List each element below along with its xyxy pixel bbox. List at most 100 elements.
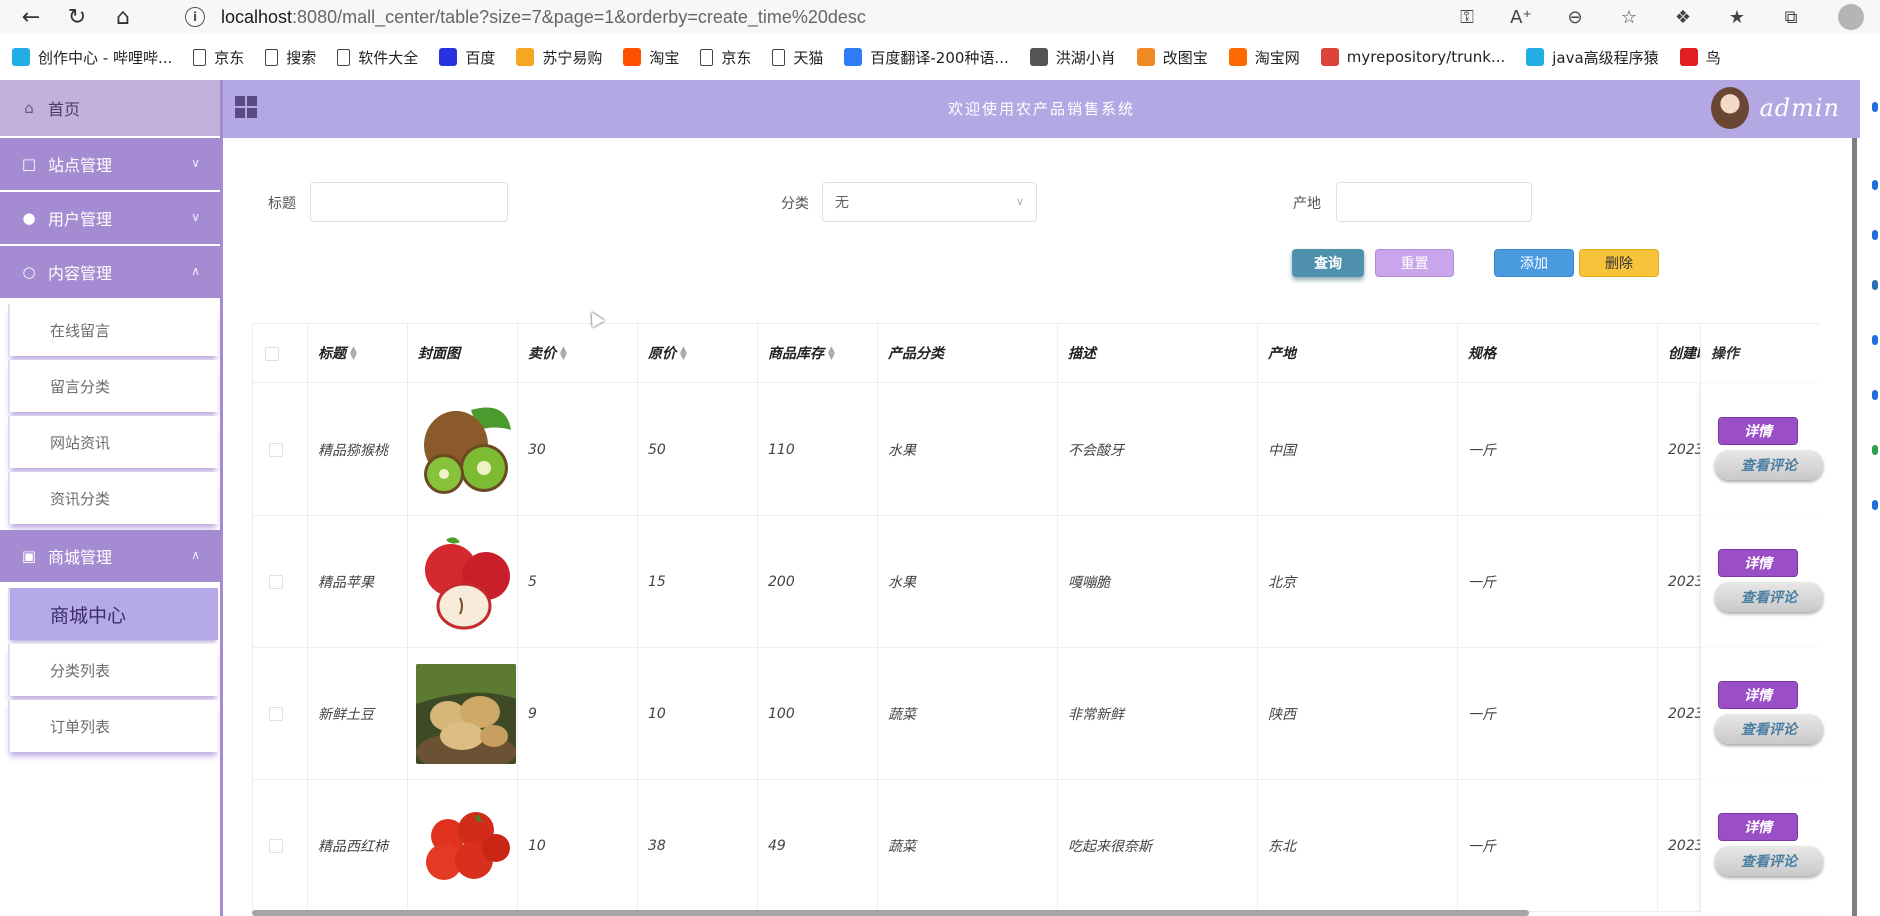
sidebar-item-label: 资讯分类 [50,489,111,508]
cell-price: 30 [518,384,638,516]
sidebar-item-order-list[interactable]: 订单列表 [8,700,218,752]
favorites-icon[interactable]: ★ [1720,0,1754,34]
bookmark-item[interactable]: 京东 [193,47,244,68]
username[interactable]: admin [1759,94,1840,122]
delete-button[interactable]: 删除 [1579,249,1659,277]
select-all-header [253,324,308,384]
bookmark-item[interactable]: java高级程序猿 [1526,47,1659,68]
sidebar-item-news-category[interactable]: 资讯分类 [8,472,218,524]
title-filter-input[interactable] [310,182,508,222]
bookmark-item[interactable]: 搜索 [265,47,316,68]
cell-spec: 一斤 [1458,384,1658,516]
bookmark-item[interactable]: 洪湖小肖 [1029,47,1116,68]
reload-icon[interactable]: ↻ [60,0,94,34]
column-header-stock[interactable]: 商品库存 ▲ ▼ [758,324,878,384]
bookmark-label: 百度翻译-200种语... [870,48,1009,67]
bookmark-item[interactable]: 京东 [700,47,751,68]
bird-red-icon [1679,48,1698,66]
sidebar-item-online-message[interactable]: 在线留言 [8,304,218,356]
site-info-icon[interactable]: i [185,7,205,27]
address-bar[interactable]: i localhost:8080/mall_center/table?size=… [185,3,1605,31]
view-reviews-button[interactable]: 查看评论 [1715,714,1823,744]
sort-icon[interactable]: ▲ ▼ [680,346,687,362]
cell-category: 水果 [878,384,1058,516]
sidebar-item-message-category[interactable]: 留言分类 [8,360,218,412]
bookmark-item[interactable]: 天猫 [772,47,823,68]
read-aloud-icon[interactable]: A⁺ [1504,0,1538,34]
query-button[interactable]: 查询 [1292,249,1364,277]
column-header-original-price[interactable]: 原价 ▲ ▼ [638,324,758,384]
cell-actions: 详情 查看评论 [1700,648,1823,780]
sidebar-item-label: 订单列表 [50,717,111,736]
row-checkbox[interactable] [269,707,283,721]
add-favorite-icon[interactable]: ☆ [1612,0,1646,34]
cell-price: 9 [518,648,638,780]
back-icon[interactable]: ← [14,0,48,34]
sort-icon[interactable]: ▲ ▼ [350,346,357,362]
extensions-icon[interactable]: ❖ [1666,0,1700,34]
bookmark-label: 改图宝 [1162,48,1208,67]
row-checkbox[interactable] [269,575,283,589]
bookmark-item[interactable]: 淘宝 [623,47,679,68]
sidebar-item-label: 分类列表 [50,661,111,680]
cell-price: 5 [518,516,638,648]
edge-sidebar-icons [1870,100,1880,900]
category-filter-select[interactable]: 无 ∨ [822,182,1037,222]
add-button[interactable]: 添加 [1494,249,1574,277]
chevron-down-icon: ∨ [191,156,200,170]
bookmark-label: 天猫 [793,48,824,67]
key-icon[interactable]: ⚿ [1450,0,1484,34]
reset-button[interactable]: 重置 [1375,249,1454,277]
sidebar-group-mall[interactable]: ▣ 商城管理 ∧ [0,530,220,584]
sort-icon[interactable]: ▲ ▼ [560,346,567,362]
bookmark-item[interactable]: 改图宝 [1136,47,1208,68]
zoom-out-icon[interactable]: ⊖ [1558,0,1592,34]
sidebar-group-label: 商城管理 [48,548,113,567]
row-checkbox[interactable] [269,443,283,457]
user-menu[interactable]: admin [1711,87,1840,129]
bookmark-item[interactable]: 软件大全 [337,47,418,68]
sidebar: ⌂ 首页 □ 站点管理 ∨ ● 用户管理 ∨ ○ 内容管理 ∧ 在线留言 留言分… [0,80,220,916]
sidebar-group-site[interactable]: □ 站点管理 ∨ [0,138,220,192]
bookmark-item[interactable]: 百度翻译-200种语... [844,47,1009,68]
view-reviews-button[interactable]: 查看评论 [1715,582,1823,612]
detail-button[interactable]: 详情 [1718,549,1798,577]
home-icon[interactable]: ⌂ [106,0,140,34]
detail-button[interactable]: 详情 [1718,417,1798,445]
url-text[interactable]: localhost:8080/mall_center/table?size=7&… [221,7,866,28]
sidebar-group-content[interactable]: ○ 内容管理 ∧ [0,246,220,300]
view-reviews-button[interactable]: 查看评论 [1715,846,1823,876]
bookmark-label: 洪湖小肖 [1055,48,1116,67]
column-header-title[interactable]: 标题 ▲ ▼ [308,324,408,384]
bookmark-item[interactable]: 苏宁易购 [516,47,602,68]
vertical-scrollbar[interactable] [1852,138,1857,916]
sidebar-item-category-list[interactable]: 分类列表 [8,644,218,696]
bookmark-label: 淘宝 [649,48,680,67]
select-all-checkbox[interactable] [265,347,279,361]
horizontal-scrollbar[interactable] [252,910,1529,916]
collections-icon[interactable]: ⧉ [1774,0,1808,34]
row-checkbox[interactable] [269,839,283,853]
bookmark-item[interactable]: 鸟 [1679,47,1721,68]
detail-button[interactable]: 详情 [1718,681,1798,709]
bookmark-item[interactable]: 淘宝网 [1228,47,1300,68]
view-reviews-button[interactable]: 查看评论 [1715,450,1823,480]
profile-icon[interactable] [1838,4,1864,30]
bookmark-item[interactable]: myrepository/trunk... [1320,48,1505,66]
detail-button[interactable]: 详情 [1718,813,1798,841]
bookmark-item[interactable]: 百度 [439,47,495,68]
bookmark-item[interactable]: 创作中心 - 哔哩哔... [12,47,172,68]
sidebar-item-mall-center[interactable]: 商城中心 [8,588,218,640]
cell-actions: 详情 查看评论 [1700,516,1823,648]
sort-icon[interactable]: ▲ ▼ [828,346,835,362]
sidebar-item-home[interactable]: ⌂ 首页 [0,80,220,138]
chrome-icon [1320,48,1339,66]
sidebar-item-site-news[interactable]: 网站资讯 [8,416,218,468]
origin-filter-input[interactable] [1336,182,1532,222]
avatar[interactable] [1711,87,1750,129]
cell-description: 嘎嘣脆 [1058,516,1258,648]
sidebar-group-user[interactable]: ● 用户管理 ∨ [0,192,220,246]
column-spec-text: 规格 [1468,346,1496,362]
bookmark-label: 搜索 [286,48,317,67]
column-header-price[interactable]: 卖价 ▲ ▼ [518,324,638,384]
